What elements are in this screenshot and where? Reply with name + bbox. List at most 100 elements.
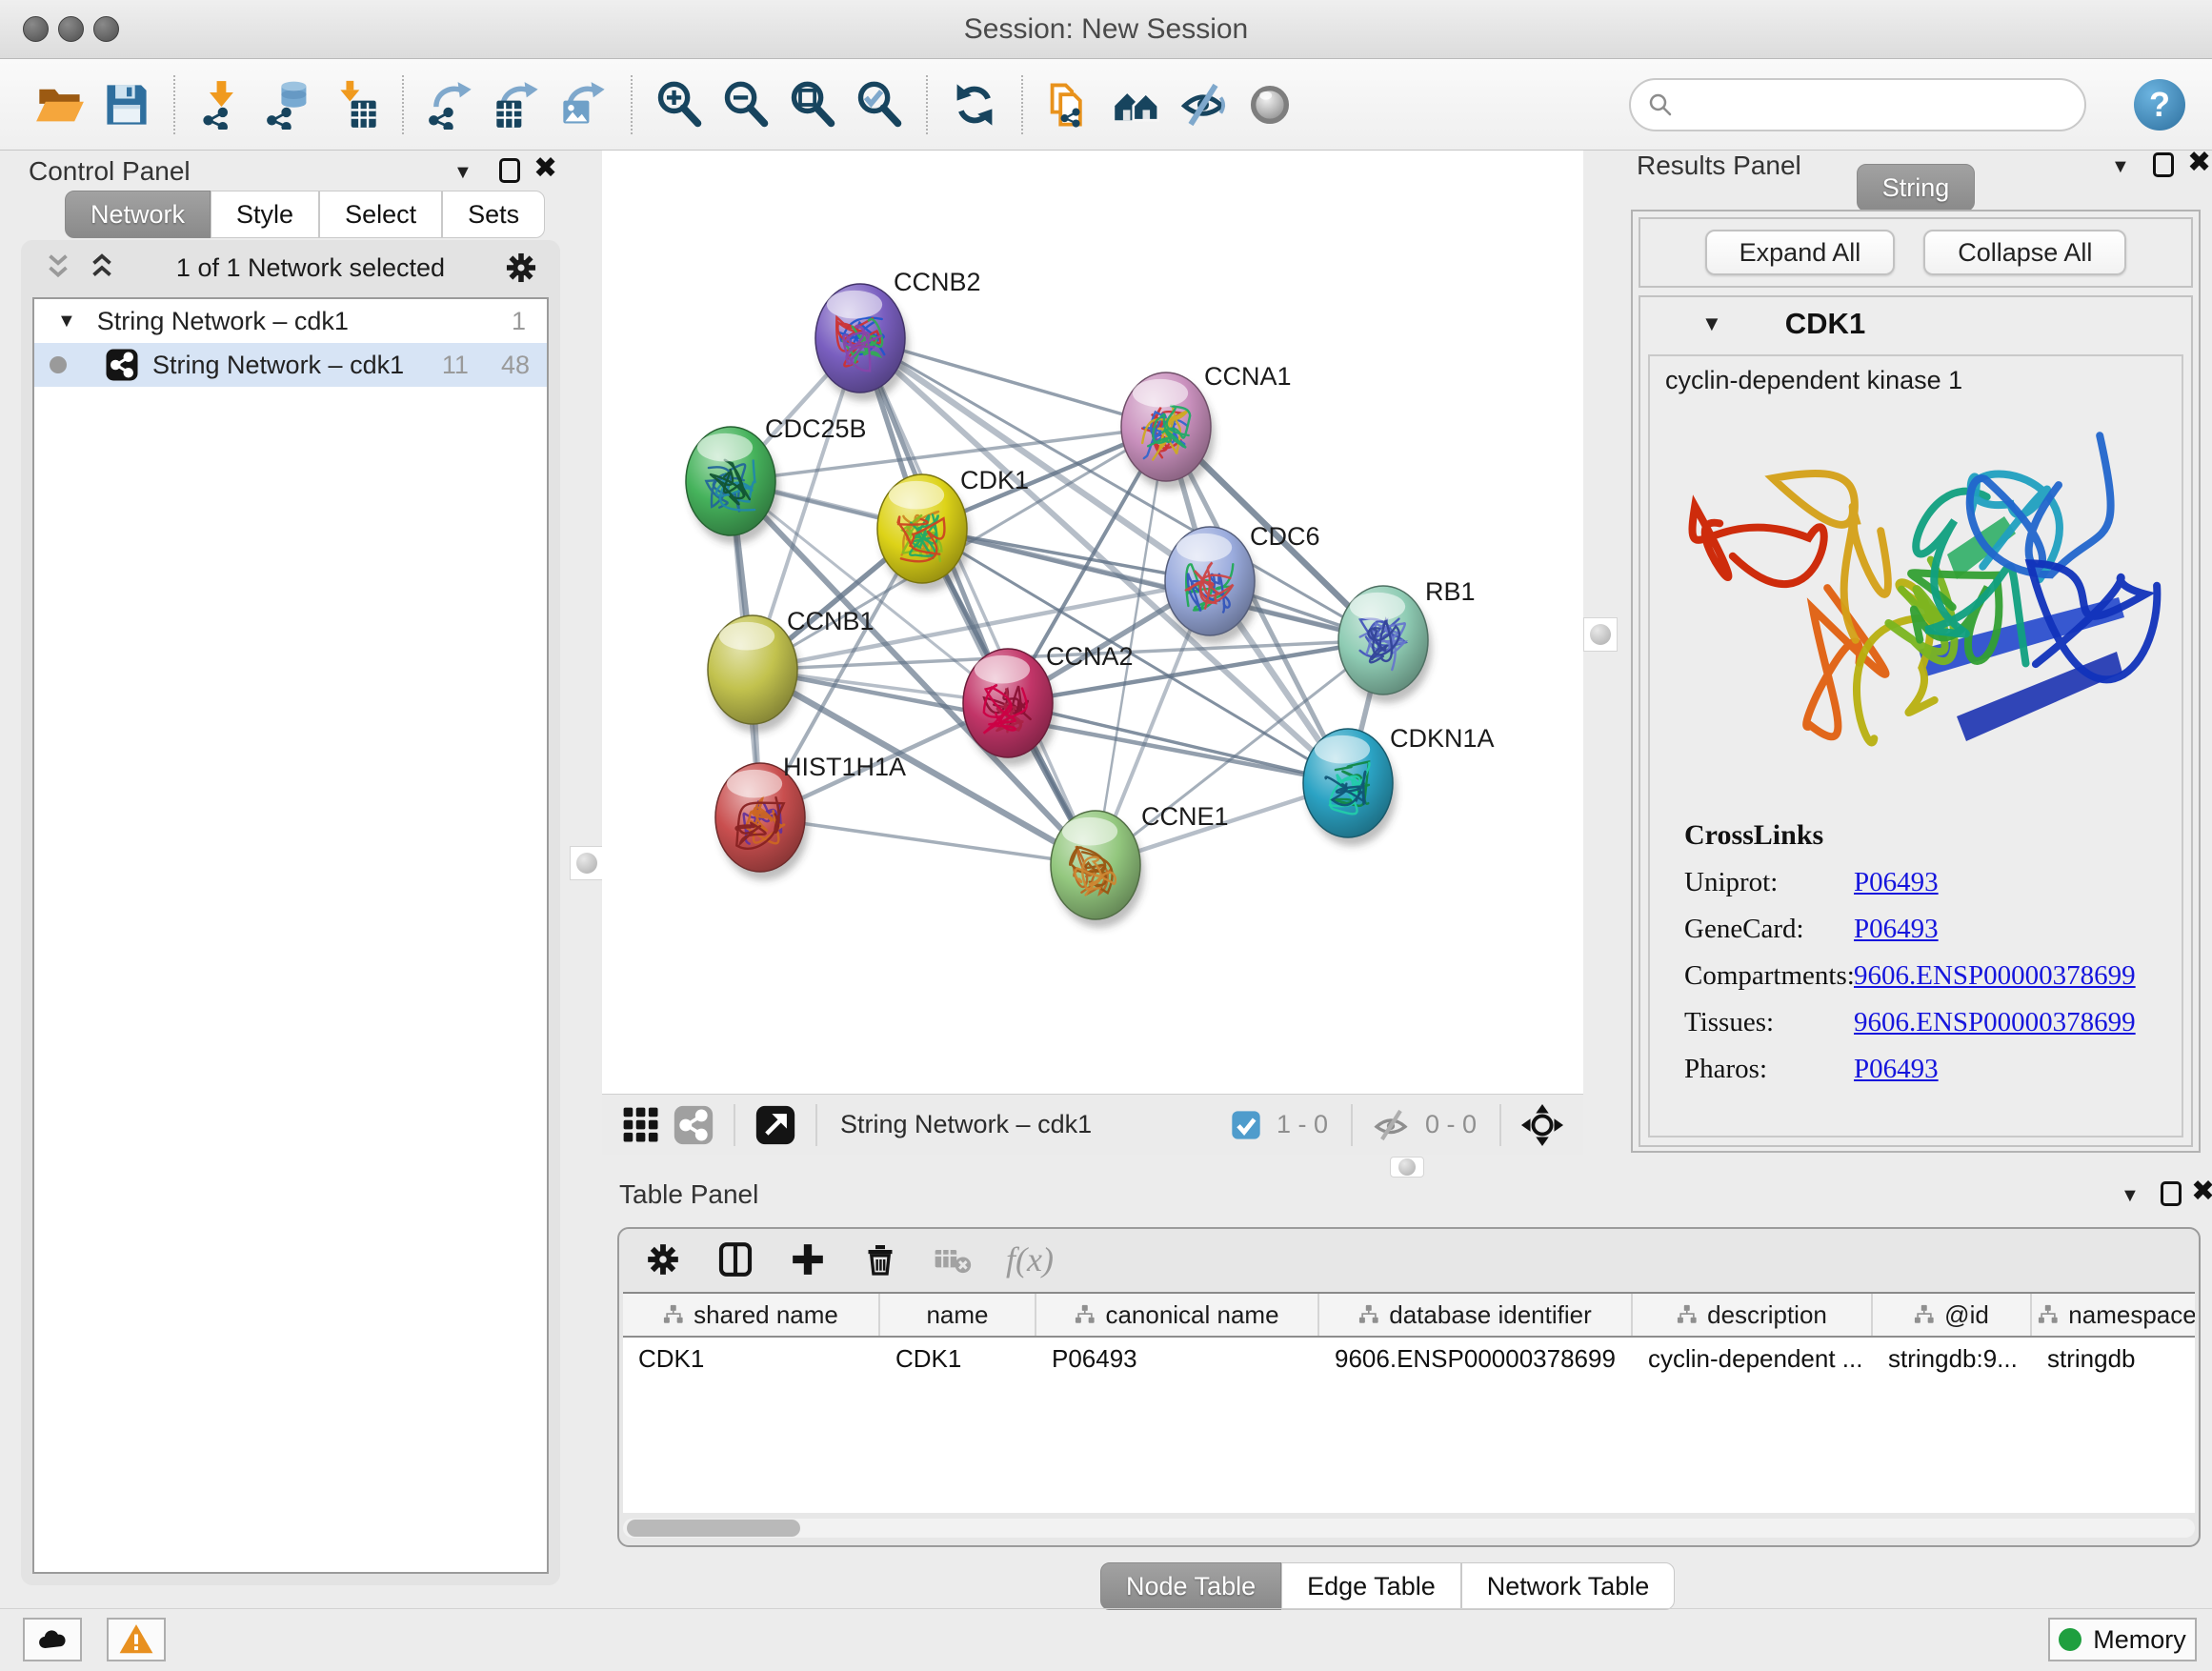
- tab-network[interactable]: Network: [65, 191, 211, 238]
- node-label: CCNB1: [787, 607, 875, 635]
- tab-sets[interactable]: Sets: [442, 191, 545, 238]
- gene-collapse-icon[interactable]: ▼: [1701, 312, 1722, 336]
- network-view-icon[interactable]: [673, 1104, 714, 1146]
- import-table-from-file-icon[interactable]: [328, 77, 383, 132]
- column-header-namespace[interactable]: namespace: [2032, 1294, 2195, 1336]
- zoom-fit-content-icon[interactable]: [785, 77, 840, 132]
- tab-edge-table[interactable]: Edge Table: [1281, 1562, 1461, 1610]
- node-label: RB1: [1425, 577, 1476, 606]
- tab-select[interactable]: Select: [319, 191, 442, 238]
- table-toolbar: f(x): [619, 1229, 1078, 1290]
- network-collection-row[interactable]: ▼ String Network – cdk1 1: [34, 299, 547, 343]
- delete-column-trash-icon[interactable]: [861, 1240, 899, 1278]
- search-input[interactable]: [1629, 78, 2086, 131]
- hidden-eye-icon: [1372, 1106, 1410, 1144]
- table-settings-gear-icon[interactable]: [644, 1240, 682, 1278]
- birds-eye-navigator-icon[interactable]: [1520, 1103, 1564, 1147]
- network-edge: [760, 817, 1096, 865]
- table-panel-close-icon[interactable]: ✖: [2191, 1179, 2212, 1204]
- memory-button[interactable]: Memory: [2048, 1618, 2197, 1661]
- column-header-shared-name[interactable]: shared name: [623, 1294, 880, 1336]
- open-file-icon[interactable]: [32, 77, 88, 132]
- cloud-button[interactable]: [23, 1618, 82, 1661]
- expand-all-button[interactable]: Expand All: [1705, 230, 1896, 275]
- crosslink-link[interactable]: P06493: [1854, 867, 1939, 898]
- control-panel-menu-icon[interactable]: ▼: [453, 162, 473, 184]
- column-header-canonical-name[interactable]: canonical name: [1036, 1294, 1319, 1336]
- left-splitter-handle[interactable]: [570, 846, 604, 880]
- control-panel-close-icon[interactable]: ✖: [533, 156, 557, 181]
- horizontal-splitter-handle[interactable]: [1390, 1157, 1424, 1178]
- network-node-cdc25b[interactable]: CDC25B: [686, 414, 867, 544]
- tab-style[interactable]: Style: [211, 191, 319, 238]
- network-node-hist1h1a[interactable]: HIST1H1A: [715, 753, 906, 880]
- crosslink-link[interactable]: 9606.ENSP00000378699: [1854, 1007, 2136, 1038]
- export-table-icon[interactable]: [490, 77, 545, 132]
- save-session-icon[interactable]: [99, 77, 154, 132]
- help-button[interactable]: ?: [2134, 79, 2185, 131]
- column-header--id[interactable]: @id: [1873, 1294, 2032, 1336]
- node-label: CDC25B: [765, 414, 867, 443]
- column-header-description[interactable]: description: [1633, 1294, 1873, 1336]
- show-columns-icon[interactable]: [716, 1240, 754, 1278]
- zoom-in-icon[interactable]: [652, 77, 707, 132]
- column-header-database-identifier[interactable]: database identifier: [1319, 1294, 1633, 1336]
- warning-icon: [118, 1621, 154, 1658]
- table-row[interactable]: CDK1CDK1P064939606.ENSP00000378699cyclin…: [623, 1338, 2195, 1379]
- results-buttons-bar: Expand All Collapse All: [1639, 217, 2193, 288]
- export-image-icon[interactable]: [556, 77, 612, 132]
- zoom-selected-region-icon[interactable]: [852, 77, 907, 132]
- gear-icon[interactable]: [503, 250, 539, 286]
- network-view-toolbar: String Network – cdk1 1 - 0 0 - 0: [602, 1094, 1583, 1155]
- crosslink-label: GeneCard:: [1684, 914, 1854, 945]
- toolbar-separator: [631, 75, 633, 134]
- table-panel: Table Panel ▼ ✖ f(x): [602, 1179, 2212, 1627]
- table-panel-float-icon[interactable]: [2161, 1181, 2182, 1206]
- export-network-icon[interactable]: [423, 77, 478, 132]
- selected-nodes-checkbox-icon[interactable]: [1231, 1110, 1261, 1140]
- network-node-ccna2[interactable]: CCNA2: [963, 642, 1134, 766]
- tab-network-table[interactable]: Network Table: [1461, 1562, 1676, 1610]
- network-node-ccne1[interactable]: CCNE1: [1051, 802, 1229, 928]
- right-splitter-handle[interactable]: [1583, 617, 1618, 652]
- table-cell: stringdb: [2032, 1338, 2195, 1379]
- import-network-from-database-icon[interactable]: [261, 77, 316, 132]
- protein-structure-image: [1671, 402, 2162, 802]
- apply-preferred-layout-icon[interactable]: [947, 77, 1002, 132]
- gene-details: cyclin-dependent kinase 1 CrossLinks Uni…: [1648, 354, 2183, 1137]
- collection-expand-icon[interactable]: ▼: [57, 311, 76, 332]
- import-network-from-file-icon[interactable]: [194, 77, 250, 132]
- open-view-in-window-icon[interactable]: [754, 1104, 796, 1146]
- collapse-all-icon[interactable]: [86, 252, 118, 284]
- hide-selected-icon[interactable]: [1176, 77, 1231, 132]
- warning-button[interactable]: [107, 1618, 166, 1661]
- zoom-out-icon[interactable]: [718, 77, 774, 132]
- column-header-name[interactable]: name: [880, 1294, 1036, 1336]
- table-panel-menu-icon[interactable]: ▼: [2121, 1185, 2140, 1207]
- crosslink-link[interactable]: P06493: [1854, 914, 1939, 945]
- home-views-icon[interactable]: [1109, 77, 1164, 132]
- crosslink-link[interactable]: P06493: [1854, 1054, 1939, 1085]
- network-canvas[interactable]: CCNB2 CCNA1 CDC25B CDK1 CDC6 RB1 CCNB1: [602, 151, 1583, 1094]
- network-row[interactable]: String Network – cdk1 11 48: [34, 343, 547, 387]
- create-column-icon[interactable]: [789, 1240, 827, 1278]
- search-icon: [1646, 91, 1675, 119]
- network-node-cdkn1a[interactable]: CDKN1A: [1303, 724, 1495, 846]
- grid-view-icon[interactable]: [621, 1105, 661, 1145]
- crosslink-link[interactable]: 9606.ENSP00000378699: [1854, 960, 2136, 992]
- network-node-ccnb2[interactable]: CCNB2: [815, 268, 981, 401]
- new-network-from-selection-icon[interactable]: [1042, 77, 1097, 132]
- window-title: Session: New Session: [0, 13, 2212, 46]
- network-node-rb1[interactable]: RB1: [1338, 577, 1476, 703]
- table-scrollbar-thumb[interactable]: [627, 1520, 800, 1537]
- tab-node-table[interactable]: Node Table: [1100, 1562, 1281, 1610]
- network-node-ccnb1[interactable]: CCNB1: [708, 607, 875, 733]
- node-label: CCNE1: [1141, 802, 1229, 831]
- tab-string[interactable]: String: [1857, 164, 1976, 211]
- birds-eye-view-icon[interactable]: [1242, 77, 1297, 132]
- expand-all-icon[interactable]: [42, 252, 74, 284]
- network-node-cdk1[interactable]: CDK1: [877, 466, 1029, 592]
- network-node-cdc6[interactable]: CDC6: [1165, 522, 1320, 644]
- collapse-all-button[interactable]: Collapse All: [1923, 230, 2126, 275]
- control-panel-float-icon[interactable]: [499, 158, 520, 183]
